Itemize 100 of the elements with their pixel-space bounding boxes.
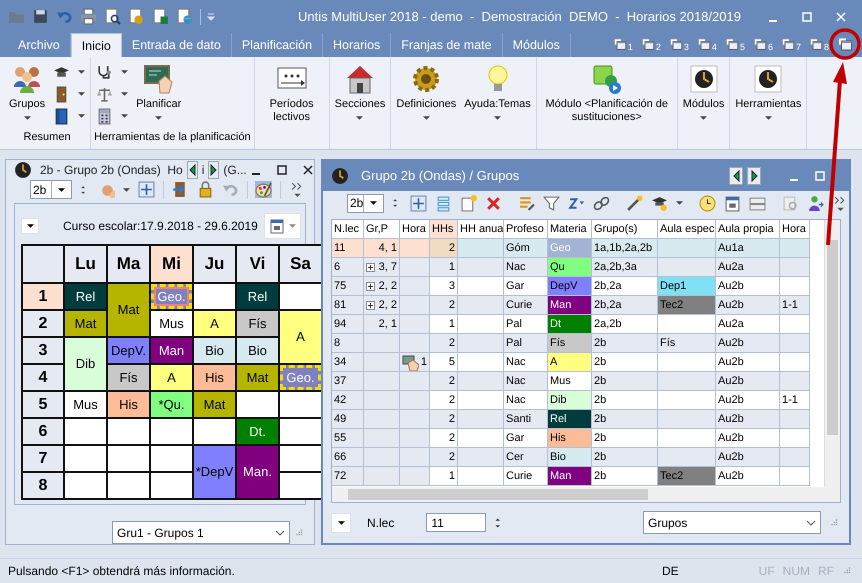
move-icon[interactable]: [138, 181, 155, 198]
grid-move-icon[interactable]: [410, 194, 428, 212]
lesson-cell[interactable]: A: [280, 311, 321, 363]
palette-icon[interactable]: [255, 181, 272, 198]
table-row[interactable]: 34 1 5 Nac A 2b Au2b: [332, 353, 810, 372]
blackboard-icon[interactable]: [142, 63, 175, 95]
lesson-cell[interactable]: Geo.: [280, 365, 321, 390]
ribbon-button[interactable]: Herramientas: [733, 61, 804, 122]
person-icon[interactable]: [807, 194, 824, 212]
column-header[interactable]: N.lec: [332, 220, 364, 239]
dropdown-button[interactable]: [331, 512, 351, 532]
document-gear-icon[interactable]: [128, 8, 145, 25]
table-row[interactable]: 75 2, 2 3 Gar DepV 2b,2a Dep1 Au2b: [332, 277, 810, 296]
clock-icon[interactable]: [688, 63, 720, 95]
window-slot-button[interactable]: 5: [724, 38, 745, 52]
table-row[interactable]: 8 2 Pal Fís 2b Fís Au2b: [332, 334, 810, 353]
lesson-cell[interactable]: Man: [151, 338, 192, 363]
caret-icon[interactable]: [78, 92, 86, 96]
window-slot-button[interactable]: 7: [780, 38, 801, 52]
lesson-cell[interactable]: Mus: [151, 311, 192, 336]
table-row[interactable]: 6 3, 7 1 Nac Qu 2a,2b,3a Au2a: [332, 258, 810, 277]
vertical-scrollbar[interactable]: [824, 220, 840, 487]
caret-icon[interactable]: [24, 116, 31, 120]
preview-icon[interactable]: [104, 8, 121, 25]
lesson-cell[interactable]: A: [194, 311, 235, 336]
table-icon[interactable]: [749, 194, 766, 212]
clock-icon[interactable]: [752, 63, 784, 95]
column-header[interactable]: Materia: [548, 220, 592, 239]
lesson-cell[interactable]: Dib: [65, 338, 106, 390]
lock-icon[interactable]: [196, 181, 214, 198]
document-globe-icon[interactable]: [176, 8, 193, 25]
caret-icon[interactable]: [121, 114, 128, 118]
delete-icon[interactable]: [485, 194, 502, 212]
window-slot-button[interactable]: 4: [696, 38, 717, 52]
ribbon-button[interactable]: Períodos lectivos: [258, 61, 326, 126]
chevron-icon[interactable]: [806, 520, 816, 526]
column-header[interactable]: Aula espec: [658, 220, 716, 239]
table-row[interactable]: 94 2, 1 1 Pal Dt 2a,2b Au2a: [332, 315, 810, 334]
ribbon-button[interactable]: Secciones: [332, 61, 388, 122]
lesson-cell[interactable]: Rel: [65, 284, 106, 309]
column-header[interactable]: HH anua: [458, 220, 504, 239]
window-slot-button[interactable]: 1: [612, 38, 633, 52]
table-row[interactable]: 55 2 Gar His 2b Au2b: [332, 429, 810, 448]
lesson-cell[interactable]: *DepV: [194, 446, 235, 498]
next-button[interactable]: [208, 161, 220, 179]
window-slot-button[interactable]: 6: [752, 38, 773, 52]
link-icon[interactable]: [593, 194, 610, 212]
lesson-cell[interactable]: *Qu.: [151, 392, 192, 417]
next-icon[interactable]: [209, 164, 218, 176]
caret-icon[interactable]: [155, 116, 162, 120]
save-icon[interactable]: [32, 8, 49, 25]
dropdown-button[interactable]: [21, 218, 39, 234]
column-header[interactable]: Hora: [780, 220, 810, 239]
column-header[interactable]: Profeso: [504, 220, 548, 239]
calculator-icon[interactable]: [96, 108, 114, 124]
table-row[interactable]: 66 2 Cer Bio 2b Au2b: [332, 448, 810, 467]
caret-icon[interactable]: [122, 188, 130, 192]
wand-icon[interactable]: [626, 194, 644, 212]
column-header[interactable]: HHs: [430, 220, 458, 239]
expand-icon[interactable]: [366, 282, 375, 290]
scales-icon[interactable]: [96, 86, 114, 102]
next-icon[interactable]: [750, 170, 758, 182]
lesson-cell[interactable]: Fís: [108, 365, 149, 390]
lesson-cell[interactable]: His: [108, 392, 149, 417]
ribbon-button[interactable]: Definiciones: [394, 61, 458, 122]
maximize-icon[interactable]: [276, 165, 287, 175]
caret-icon[interactable]: [78, 70, 86, 74]
ribbon-tab[interactable]: Inicio: [70, 33, 122, 57]
rows-icon[interactable]: [435, 194, 452, 212]
lesson-cell[interactable]: Dt.: [237, 419, 278, 444]
ribbon-button[interactable]: Módulo <Planificación de sustituciones>: [540, 61, 674, 126]
caret-icon[interactable]: [121, 70, 128, 74]
next-button[interactable]: [747, 167, 761, 185]
table-row[interactable]: 42 2 Nac Dib 2b Au2b 1-1: [332, 391, 810, 410]
lesson-cell[interactable]: A: [151, 365, 192, 390]
tile-windows-icon[interactable]: [837, 37, 854, 53]
module-icon[interactable]: [590, 63, 623, 95]
clock-icon[interactable]: [699, 194, 716, 212]
ribbon-button[interactable]: Grupos: [7, 61, 48, 122]
edit-list-icon[interactable]: [518, 194, 536, 212]
ribbon-button[interactable]: Planificar: [134, 61, 184, 122]
print-icon[interactable]: [80, 8, 97, 25]
caret-icon[interactable]: [78, 114, 86, 118]
caret-icon[interactable]: [422, 116, 430, 120]
class-combo[interactable]: 2b: [347, 194, 384, 212]
caret-icon[interactable]: [494, 116, 502, 120]
graduation-cap-icon[interactable]: [651, 194, 668, 212]
lesson-cell[interactable]: Bio: [237, 338, 278, 363]
horizontal-scrollbar[interactable]: [332, 487, 840, 502]
caret-icon[interactable]: [700, 116, 708, 120]
caret-icon[interactable]: [676, 201, 684, 205]
caret-icon[interactable]: [764, 116, 772, 120]
view-select[interactable]: Grupos: [643, 511, 821, 534]
ribbon-button[interactable]: Módulos: [680, 61, 726, 122]
caret-icon[interactable]: [58, 188, 65, 192]
book-icon[interactable]: [53, 108, 70, 124]
lesson-cell[interactable]: Mus: [65, 392, 106, 417]
column-header[interactable]: Grupo(s): [592, 220, 658, 239]
spreadsheet-icon[interactable]: [152, 8, 169, 25]
lesson-cell[interactable]: Mat: [108, 284, 149, 336]
